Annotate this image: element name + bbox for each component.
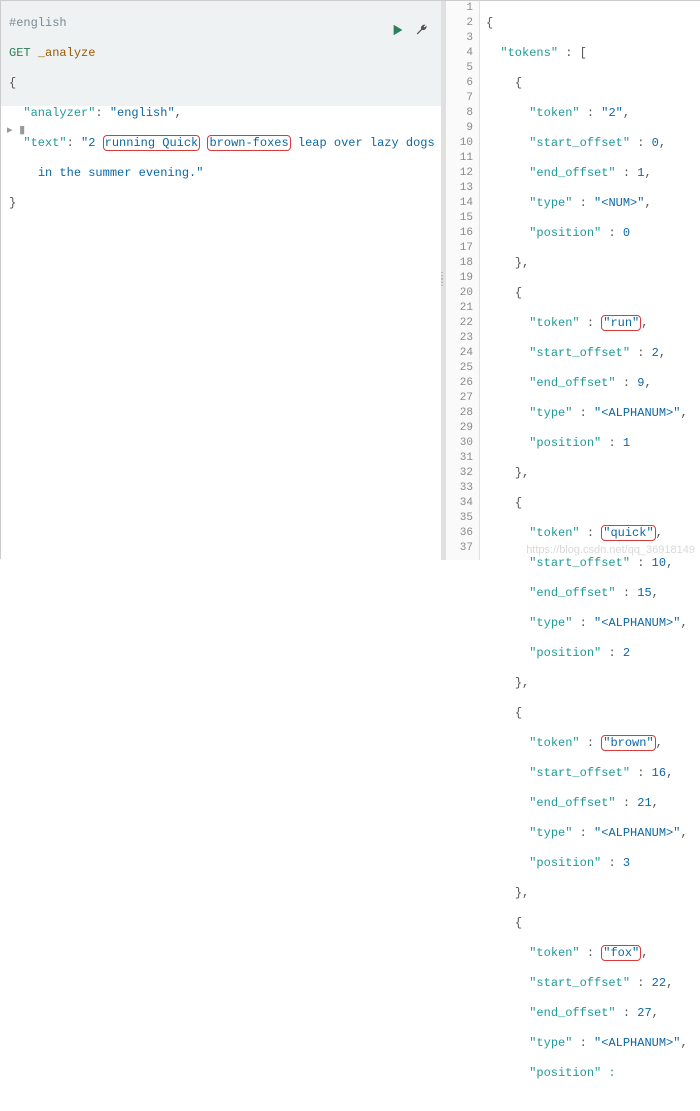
line-number: 31 bbox=[446, 451, 479, 466]
key-text: "text" bbox=[23, 136, 66, 150]
line-number: 13 bbox=[446, 181, 479, 196]
text-wrap: in the summer evening." bbox=[38, 166, 204, 180]
line-number: 19 bbox=[446, 271, 479, 286]
highlight-brown-foxes: brown-foxes bbox=[207, 135, 290, 151]
line-number: 27 bbox=[446, 391, 479, 406]
line-number: 9 bbox=[446, 121, 479, 136]
line-number: 24 bbox=[446, 346, 479, 361]
line-number: 37 bbox=[446, 541, 479, 556]
highlight-running-quick: running Quick bbox=[103, 135, 201, 151]
line-number: 26 bbox=[446, 376, 479, 391]
line-number: 1 bbox=[446, 1, 479, 16]
line-number: 6 bbox=[446, 76, 479, 91]
line-number: 8 bbox=[446, 106, 479, 121]
text-prefix: "2 bbox=[81, 136, 103, 150]
cursor-marker: ▸ ▮ bbox=[7, 123, 25, 137]
token-run-highlight: "run" bbox=[601, 315, 641, 331]
response-code[interactable]: { "tokens" : [ { "token" : "2", "start_o… bbox=[486, 1, 700, 1111]
line-number: 23 bbox=[446, 331, 479, 346]
line-number: 28 bbox=[446, 406, 479, 421]
line-number-gutter: 1 2 3 4 5 6 7 8 9 10 11 12 13 14 15 16 1… bbox=[446, 1, 480, 560]
request-editor-pane: #english GET _analyze { "analyzer": "eng… bbox=[1, 1, 441, 560]
key-analyzer: "analyzer" bbox=[23, 106, 95, 120]
line-number: 11 bbox=[446, 151, 479, 166]
token-brown-highlight: "brown" bbox=[601, 735, 655, 751]
response-pane: 1 2 3 4 5 6 7 8 9 10 11 12 13 14 15 16 1… bbox=[446, 1, 700, 560]
line-number: 33 bbox=[446, 481, 479, 496]
request-code[interactable]: #english GET _analyze { "analyzer": "eng… bbox=[9, 1, 441, 241]
line-number: 10 bbox=[446, 136, 479, 151]
line-number: 15 bbox=[446, 211, 479, 226]
line-number: 14 bbox=[446, 196, 479, 211]
line-number: 12 bbox=[446, 166, 479, 181]
http-method: GET bbox=[9, 46, 31, 60]
watermark-text: https://blog.csdn.net/qq_36918149 bbox=[526, 544, 695, 556]
line-number: 20 bbox=[446, 286, 479, 301]
line-number: 2 bbox=[446, 16, 479, 31]
line-number: 5 bbox=[446, 61, 479, 76]
token-0-value: "2" bbox=[601, 106, 623, 120]
line-number: 16 bbox=[446, 226, 479, 241]
key-tokens: "tokens" bbox=[500, 46, 558, 60]
line-number: 25 bbox=[446, 361, 479, 376]
line-number: 36 bbox=[446, 526, 479, 541]
line-number: 7 bbox=[446, 91, 479, 106]
line-number: 35 bbox=[446, 511, 479, 526]
line-number: 21 bbox=[446, 301, 479, 316]
line-number: 34 bbox=[446, 496, 479, 511]
line-number: 29 bbox=[446, 421, 479, 436]
line-number: 17 bbox=[446, 241, 479, 256]
val-analyzer: "english" bbox=[110, 106, 175, 120]
line-number: 4 bbox=[446, 46, 479, 61]
brace-close: } bbox=[9, 196, 16, 210]
comment-line: #english bbox=[9, 16, 67, 30]
line-number: 30 bbox=[446, 436, 479, 451]
line-number: 32 bbox=[446, 466, 479, 481]
line-number: 18 bbox=[446, 256, 479, 271]
line-number: 3 bbox=[446, 31, 479, 46]
token-quick-highlight: "quick" bbox=[601, 525, 655, 541]
drag-handle-icon[interactable]: ⋮⋮⋮ bbox=[437, 276, 441, 285]
endpoint-path: _analyze bbox=[38, 46, 96, 60]
token-fox-highlight: "fox" bbox=[601, 945, 641, 961]
brace-open: { bbox=[9, 76, 16, 90]
line-number: 22 bbox=[446, 316, 479, 331]
